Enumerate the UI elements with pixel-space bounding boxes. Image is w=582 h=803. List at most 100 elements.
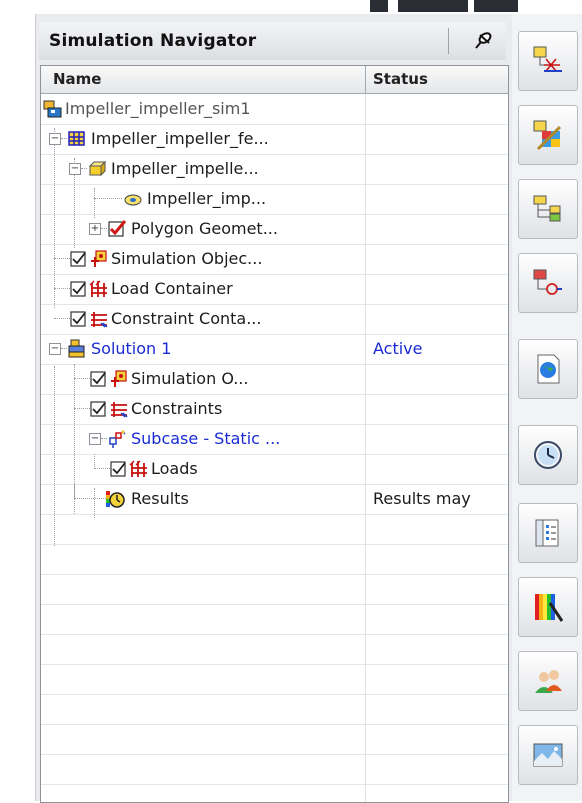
- tree-guide: [94, 454, 95, 469]
- fem-editor-tab[interactable]: [518, 105, 578, 165]
- empty-row: [41, 634, 508, 665]
- sim-file-icon: [43, 100, 62, 118]
- assembly-navigator-tab[interactable]: [518, 253, 578, 313]
- tree-row-status: Active: [373, 339, 423, 358]
- part-navigator-tab[interactable]: [518, 179, 578, 239]
- tree-row-label: Simulation Objec...: [111, 249, 263, 268]
- tree-guide: [74, 378, 90, 379]
- empty-row: [41, 574, 508, 605]
- tree-row-status: Results may: [373, 489, 471, 508]
- tree-row-label: Impeller_imp...: [147, 189, 267, 208]
- constraint-container-icon: [111, 402, 128, 418]
- tree-guide: [74, 408, 90, 409]
- tree-row-loads[interactable]: Loads: [41, 454, 508, 485]
- load-container-icon: [129, 460, 147, 477]
- tree-row-label: Simulation O...: [131, 369, 249, 388]
- solution-icon: [68, 339, 85, 358]
- checkbox-checked-icon[interactable]: [69, 249, 89, 269]
- simulation-navigator-panel: Simulation Navigator Name Status Impelle…: [35, 14, 513, 803]
- landscape-tab[interactable]: [518, 725, 578, 785]
- tree-row-simulation-objects[interactable]: Simulation Objec...: [41, 244, 508, 275]
- window-strip: [370, 0, 388, 12]
- part-box-icon: [88, 160, 107, 177]
- tree-row-constraints[interactable]: Constraints: [41, 394, 508, 425]
- empty-row: [41, 544, 508, 575]
- empty-row: [41, 694, 508, 725]
- tree-row-simulation-objects-solution[interactable]: Simulation O...: [41, 364, 508, 514]
- tree-row-label: Solution 1: [91, 339, 172, 358]
- tree-row-label: Constraint Conta...: [111, 309, 262, 328]
- results-icon: [106, 491, 125, 508]
- fem-mesh-icon: [68, 131, 85, 146]
- tree-row-label: Impeller_impeller_sim1: [65, 99, 251, 118]
- tree-guide: [94, 198, 122, 199]
- status-column-header[interactable]: Status: [373, 70, 428, 88]
- collapse-toggle[interactable]: −: [49, 133, 61, 145]
- tree-row-subcase[interactable]: − Subcase - Static ...: [41, 424, 508, 455]
- tree-guide: [54, 318, 70, 319]
- tree-row-label: Results: [131, 489, 189, 508]
- part-navigator-icon: [533, 195, 561, 222]
- checkbox-checked-icon[interactable]: [107, 219, 127, 239]
- simulation-object-icon: [91, 250, 107, 267]
- users-icon: [535, 670, 562, 693]
- tree-guide: [94, 468, 110, 469]
- tree-row-body[interactable]: Impeller_imp...: [41, 184, 508, 215]
- web-browser-icon: [537, 354, 560, 384]
- load-container-icon: [89, 280, 107, 297]
- web-browser-tab[interactable]: [518, 339, 578, 399]
- tree-row-label: Loads: [151, 459, 198, 478]
- users-tab[interactable]: [518, 651, 578, 711]
- collapse-toggle[interactable]: −: [89, 433, 101, 445]
- tree-guide: [54, 258, 70, 259]
- title-divider: [448, 28, 449, 54]
- name-column-header[interactable]: Name: [53, 70, 101, 88]
- tree-row-sim-file[interactable]: Impeller_impeller_sim1: [41, 94, 508, 125]
- collapse-toggle[interactable]: −: [69, 163, 81, 175]
- navigator-tree: Name Status Impeller_impeller_sim1 − Imp…: [40, 65, 509, 803]
- navigator-titlebar: Simulation Navigator: [39, 22, 506, 60]
- tree-row-polygon-geometry[interactable]: + Polygon Geomet...: [41, 214, 508, 245]
- tree-guide: [74, 484, 75, 499]
- collapse-toggle[interactable]: −: [49, 343, 61, 355]
- history-tab[interactable]: [518, 425, 578, 485]
- tree-row-label: Polygon Geomet...: [131, 219, 278, 238]
- palette-tab[interactable]: [518, 577, 578, 637]
- checkbox-checked-icon[interactable]: [69, 279, 89, 299]
- fem-editor-icon: [533, 120, 562, 151]
- palette-icon: [535, 594, 564, 622]
- tree-row-constraint-container[interactable]: Constraint Conta...: [41, 304, 508, 335]
- expand-toggle[interactable]: +: [89, 223, 101, 235]
- constraint-container-icon: [91, 312, 108, 328]
- tree-row-load-container[interactable]: Load Container: [41, 274, 508, 305]
- window-strip: [474, 0, 518, 12]
- tree-row-fem[interactable]: − Impeller_impeller_fe...: [41, 124, 508, 155]
- tree-guide: [74, 498, 106, 499]
- tree-row-solution[interactable]: − Solution 1 Active: [41, 334, 508, 365]
- pin-icon[interactable]: [473, 29, 495, 51]
- resource-bar: [512, 14, 582, 801]
- history-icon: [534, 441, 562, 469]
- checkbox-checked-icon[interactable]: [89, 369, 109, 389]
- column-divider[interactable]: [365, 66, 366, 93]
- tree-row-label: Subcase - Static ...: [131, 429, 281, 448]
- roles-list-icon: [535, 519, 559, 547]
- subcase-icon: [109, 430, 126, 448]
- checkbox-checked-icon[interactable]: [109, 459, 129, 479]
- tree-row-results[interactable]: Results Results may: [41, 484, 508, 515]
- panel-title: Simulation Navigator: [49, 31, 257, 51]
- empty-row: [41, 754, 508, 785]
- simulation-navigator-icon: [533, 46, 562, 72]
- checkbox-checked-icon[interactable]: [89, 399, 109, 419]
- landscape-icon: [533, 743, 563, 767]
- window-strip: [398, 0, 468, 12]
- roles-tab[interactable]: [518, 503, 578, 563]
- tree-row-label: Impeller_impelle...: [111, 159, 259, 178]
- tree-row-part[interactable]: − Impeller_impelle...: [41, 154, 508, 185]
- checkbox-checked-icon[interactable]: [69, 309, 89, 329]
- simulation-object-icon: [111, 370, 127, 387]
- assembly-navigator-icon: [533, 269, 562, 295]
- empty-row: [41, 664, 508, 695]
- simulation-navigator-tab[interactable]: [518, 31, 578, 91]
- body-icon: [124, 194, 142, 206]
